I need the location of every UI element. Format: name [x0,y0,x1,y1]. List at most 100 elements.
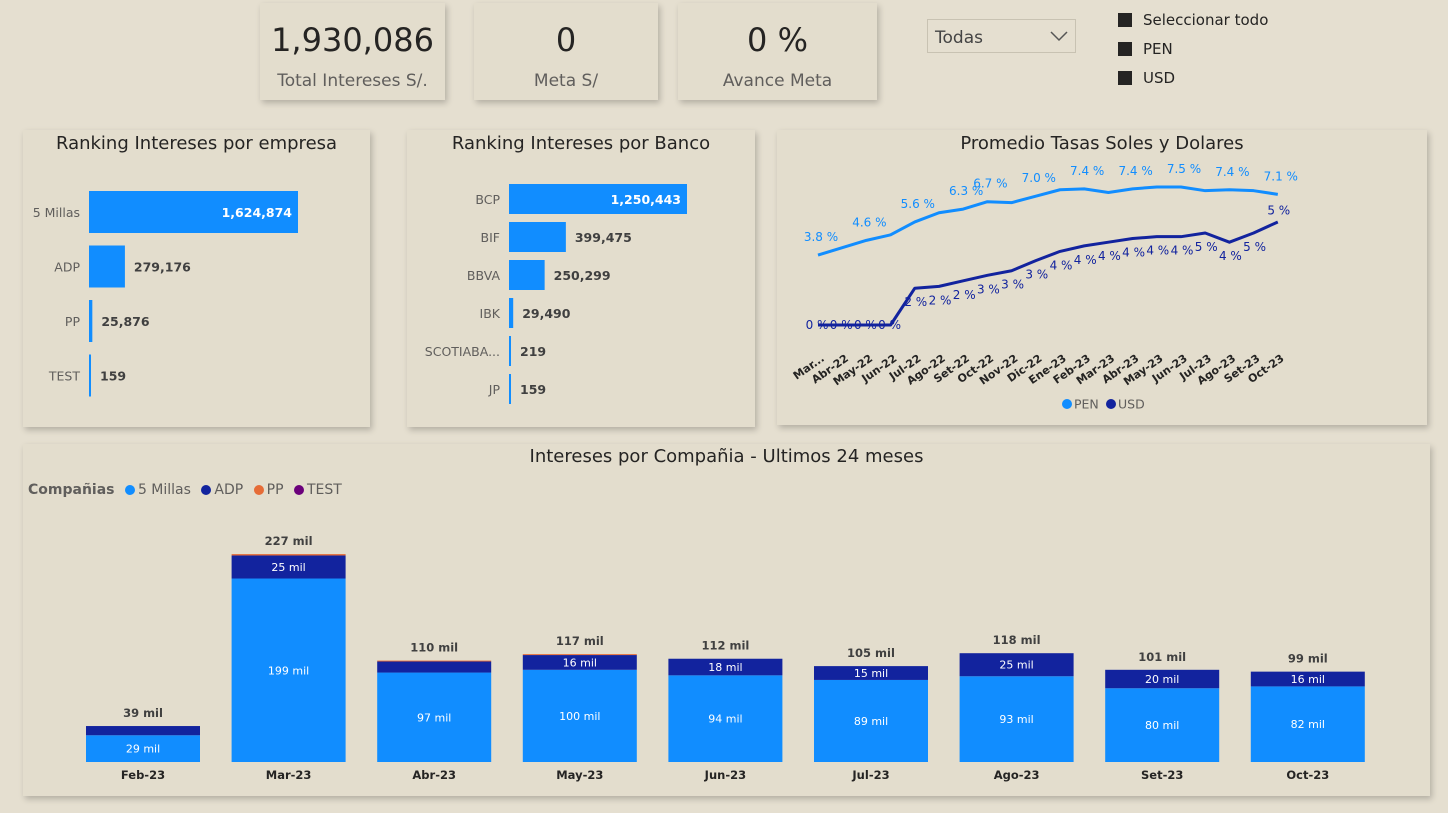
bar [89,245,125,288]
data-label: 80 mil [1145,719,1179,732]
legend-item: USD [1118,397,1145,412]
data-label: 4 % [1050,258,1073,272]
data-label: 279,176 [134,260,191,275]
category-label: IBK [480,306,501,321]
data-label: 7.4 % [1118,164,1152,178]
company-filter-dropdown[interactable]: Todas [927,19,1076,53]
x-tick-label: Jun-23 [704,768,746,782]
data-label: 7.4 % [1215,165,1249,179]
total-label: 112 mil [701,639,749,653]
x-tick-label: May-23 [556,768,603,782]
checkbox[interactable] [1118,71,1132,85]
data-label: 4.6 % [852,215,886,229]
data-label: 7.5 % [1167,162,1201,176]
checkbox[interactable] [1118,42,1132,56]
data-label: 3 % [1025,268,1048,282]
category-label: BCP [475,192,500,207]
data-label: 2 % [904,295,927,309]
data-label: 3 % [977,282,1000,296]
data-label: 16 mil [1291,673,1325,686]
bar-segment [522,654,637,656]
x-tick-label: Ago-23 [994,768,1040,782]
data-label: 219 [520,344,546,359]
kpi-label: Meta S/ [533,71,599,91]
data-label: 5.6 % [901,197,935,211]
checkbox[interactable] [1118,13,1132,27]
data-label: 3.8 % [804,230,838,244]
total-label: 227 mil [265,534,313,548]
x-tick-label: Set-23 [1141,768,1183,782]
kpi-card-avance: 0 % Avance Meta [678,3,877,100]
data-label: 29,490 [522,306,571,321]
data-label: 89 mil [854,715,888,728]
data-label: 82 mil [1291,718,1325,731]
total-label: 117 mil [556,634,604,648]
slicer-item-label: USD [1143,69,1176,87]
data-label: 7.1 % [1264,169,1298,183]
data-label: 15 mil [854,667,888,680]
data-label: 2 % [953,288,976,302]
data-label: 159 [520,382,546,397]
intereses-compania-panel: Intereses por Compañia - Ultimos 24 mese… [23,444,1430,796]
data-label: 3 % [1001,278,1024,292]
ranking-empresa-chart: 5 Millas 1,624,874 ADP 279,176 PP 25,876 TEST 1… [33,191,298,397]
data-label: 94 mil [708,713,742,726]
total-label: 99 mil [1288,652,1328,666]
data-label: 97 mil [417,711,451,724]
data-label: 5 % [1243,240,1266,254]
kpi-label: Total Intereses S/. [277,71,428,91]
data-label: 6.7 % [973,177,1007,191]
slicer-item-label: PEN [1143,40,1173,58]
data-label: 25 mil [271,561,305,574]
data-label: 1,250,443 [611,192,681,207]
data-label: 159 [100,369,126,384]
kpi-value: 1,930,086 [271,21,434,59]
total-label: 118 mil [993,633,1041,647]
category-label: PP [65,314,81,329]
data-label: 20 mil [1145,673,1179,686]
bar-segment [377,660,492,662]
total-label: 110 mil [410,641,458,655]
category-label: TEST [48,369,80,384]
data-label: 93 mil [999,713,1033,726]
data-label: 18 mil [708,661,742,674]
x-tick-label: Mar-23 [266,768,312,782]
data-label: 250,299 [554,268,611,283]
data-label: 4 % [1098,249,1121,263]
data-label: 0 % [830,318,853,332]
bar [89,354,91,397]
data-label: 199 mil [268,664,309,677]
data-label: 399,475 [575,230,632,245]
data-label: 16 mil [563,656,597,669]
kpi-label: Avance Meta [722,71,833,91]
bar [509,260,545,290]
total-label: 101 mil [1138,650,1186,664]
kpi-card-meta: 0 Meta S/ [474,3,658,100]
bar [509,336,511,366]
data-label: 7.0 % [1022,171,1056,185]
data-label: 100 mil [559,710,600,723]
data-label: 0 % [854,318,877,332]
dropdown-selected-value: Todas [935,28,983,48]
total-label: 105 mil [847,646,895,660]
data-label: 4 % [1074,253,1097,267]
bar-segment [377,661,492,673]
data-label: 4 % [1146,244,1169,258]
data-label: 5 % [1267,203,1290,217]
data-label: 7.4 % [1070,164,1104,178]
category-label: BBVA [467,268,501,283]
x-tick-label: Feb-23 [121,768,165,782]
data-label: 29 mil [126,743,160,756]
data-label: 25,876 [101,314,150,329]
ranking-banco-chart: BCP 1,250,443 BIF 399,475 BBVA 250,299 IBK 29,4… [425,184,687,404]
data-label: 25 mil [999,659,1033,672]
kpi-value: 0 % [747,21,808,59]
kpi-card-total: 1,930,086 Total Intereses S/. [260,3,445,100]
data-label: 0 % [806,318,829,332]
promedio-tasas-panel: Promedio Tasas Soles y Dolares 3.8 % 4.6 … [777,130,1427,425]
bar [509,298,514,328]
category-label: SCOTIABA... [425,344,500,359]
bar [509,222,566,252]
slicer-item-label: Seleccionar todo [1143,11,1269,29]
category-label: 5 Millas [33,205,80,220]
